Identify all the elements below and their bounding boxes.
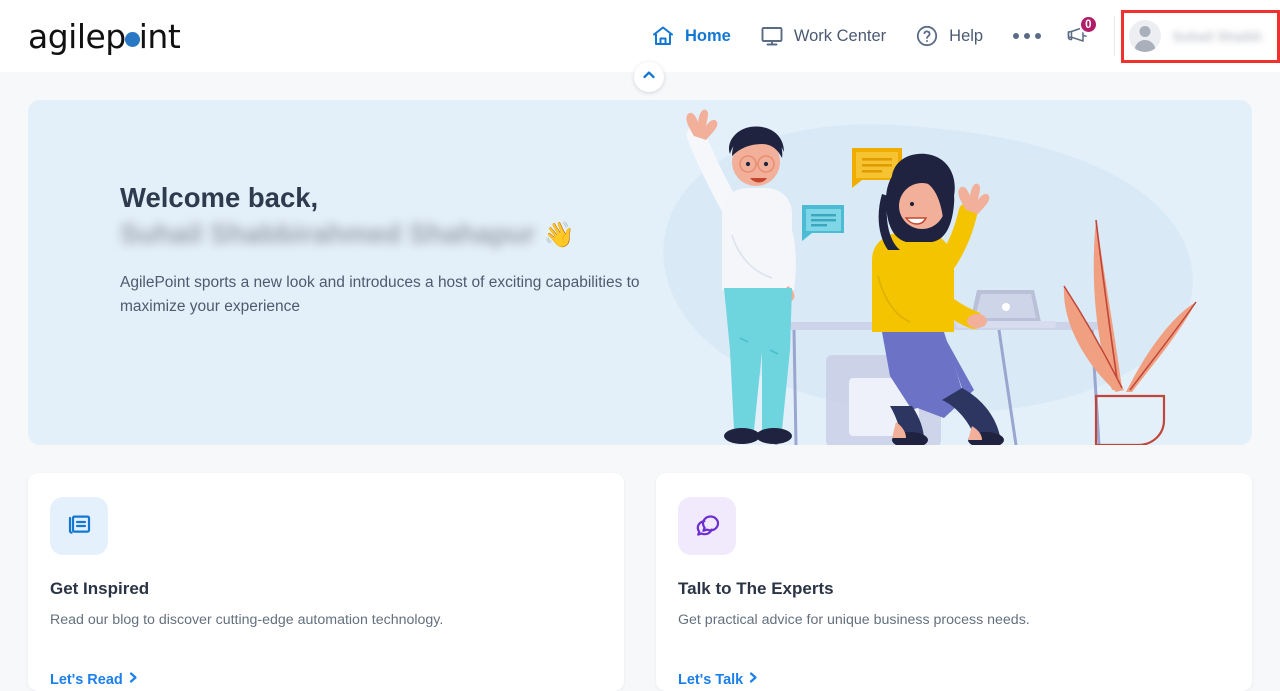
newspaper-icon-wrapper: [50, 497, 108, 555]
nav-label-help: Help: [949, 26, 984, 45]
lets-read-label: Let's Read: [50, 671, 123, 688]
banner-subtitle: AgilePoint sports a new look and introdu…: [120, 273, 640, 316]
chat-bubbles-icon-wrapper: [678, 497, 736, 555]
card-title-talk-to-experts: Talk to The Experts: [678, 579, 834, 598]
lets-talk-label: Let's Talk: [678, 671, 744, 688]
user-avatar-icon: [1128, 20, 1161, 52]
waving-hand-icon: 👋: [543, 221, 575, 250]
lets-read-link[interactable]: Let's Read: [50, 671, 139, 688]
card-title-get-inspired: Get Inspired: [50, 579, 150, 598]
more-dot-3-icon: [1035, 33, 1042, 39]
nav-label-work-center: Work Center: [793, 26, 887, 45]
question-circle-icon: [914, 23, 940, 49]
logo-text-part2: int: [138, 16, 181, 56]
logo-dot-icon: [124, 31, 140, 47]
chat-bubbles-icon: [691, 508, 723, 545]
notifications-badge: 0: [1078, 15, 1098, 34]
collapse-header-button[interactable]: [634, 62, 664, 92]
nav-item-work-center[interactable]: Work Center: [745, 0, 900, 72]
page-content: Welcome back, Suhail Shabbirahmed Shahap…: [0, 72, 1280, 691]
chevron-right-icon: [748, 671, 759, 688]
welcome-illustration: [663, 109, 1197, 445]
welcome-banner: Welcome back, Suhail Shabbirahmed Shahap…: [28, 100, 1252, 445]
notifications-button[interactable]: 0: [1054, 13, 1100, 59]
card-description-talk-to-experts: Get practical advice for unique business…: [678, 612, 1030, 628]
chevron-up-icon: [641, 67, 657, 88]
header-right-cluster: 0 Suhail Shaikh: [1054, 0, 1280, 72]
nav-item-home[interactable]: Home: [636, 0, 745, 72]
user-profile-menu[interactable]: Suhail Shaikh: [1115, 10, 1280, 62]
nav-label-home: Home: [685, 26, 731, 45]
lets-talk-link[interactable]: Let's Talk: [678, 671, 759, 688]
logo-text-part1: agilep: [28, 16, 126, 56]
banner-text-block: Welcome back, Suhail Shabbirahmed Shahap…: [120, 180, 640, 320]
home-icon: [650, 23, 676, 49]
more-options-button[interactable]: [997, 33, 1057, 39]
info-cards-row: Get Inspired Read our blog to discover c…: [28, 473, 1252, 691]
banner-user-name: Suhail Shabbirahmed Shahapur: [120, 218, 536, 250]
banner-greeting: Welcome back,: [120, 182, 319, 213]
more-dot-1-icon: [1013, 33, 1020, 39]
agilepoint-logo[interactable]: agilep int: [28, 16, 181, 56]
card-description-get-inspired: Read our blog to discover cutting-edge a…: [50, 612, 444, 628]
more-dot-2-icon: [1024, 33, 1031, 39]
newspaper-icon: [63, 508, 95, 545]
chevron-right-icon: [128, 671, 139, 688]
card-get-inspired[interactable]: Get Inspired Read our blog to discover c…: [28, 473, 624, 691]
nav-item-help[interactable]: Help: [900, 0, 997, 72]
card-talk-to-experts[interactable]: Talk to The Experts Get practical advice…: [656, 473, 1252, 691]
monitor-icon: [759, 23, 785, 49]
main-navigation: Home Work Center Help: [636, 0, 1057, 72]
app-header: agilep int Home Work Center Help 0 Suhai…: [0, 0, 1280, 72]
user-name-label: Suhail Shaikh: [1172, 28, 1262, 44]
page-title: Welcome back, Suhail Shabbirahmed Shahap…: [120, 180, 640, 253]
